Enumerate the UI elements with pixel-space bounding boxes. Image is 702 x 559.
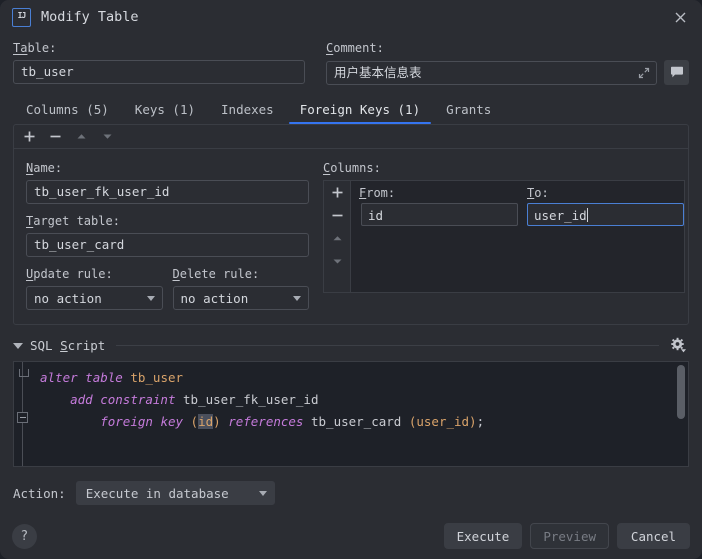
column-header-to: To: bbox=[527, 186, 549, 200]
delete-rule-label: Delete rule: bbox=[172, 267, 260, 281]
top-fields-row: Table: tb_user Comment: 用户基本信息表 bbox=[0, 34, 702, 85]
plus-icon bbox=[24, 131, 35, 142]
minus-icon bbox=[332, 214, 342, 217]
sql-script-header: SQL Script bbox=[13, 337, 689, 354]
column-move-up-button[interactable] bbox=[331, 232, 344, 245]
close-icon bbox=[675, 12, 685, 22]
expand-icon[interactable] bbox=[638, 67, 650, 79]
intellij-idea-icon: IJ bbox=[12, 7, 31, 27]
close-button[interactable] bbox=[658, 0, 702, 34]
delete-rule-group: Delete rule: no action bbox=[172, 266, 309, 310]
table-row: id user_id bbox=[351, 203, 684, 226]
column-move-down-button[interactable] bbox=[331, 255, 344, 268]
update-rule-label: Update rule: bbox=[26, 267, 113, 281]
cancel-button[interactable]: Cancel bbox=[617, 523, 690, 549]
code-line: add constraint tb_user_fk_user_id bbox=[70, 392, 319, 407]
comment-input[interactable]: 用户基本信息表 bbox=[326, 60, 657, 85]
update-rule-group: Update rule: no action bbox=[26, 266, 163, 310]
fk-target-table-input[interactable]: tb_user_card bbox=[26, 233, 309, 257]
chevron-down-icon[interactable] bbox=[13, 342, 23, 349]
fk-target-table-label: Target table: bbox=[26, 214, 120, 228]
delete-rule-select[interactable]: no action bbox=[172, 286, 309, 310]
from-column-input[interactable]: id bbox=[361, 203, 518, 226]
gear-icon bbox=[671, 337, 686, 353]
window-title: Modify Table bbox=[41, 9, 139, 25]
comment-bubble-icon bbox=[670, 66, 683, 78]
separator-line bbox=[116, 345, 659, 346]
columns-mapping-group: Columns: From: To: id user_id bbox=[323, 160, 685, 310]
tab-grants[interactable]: Grants bbox=[433, 103, 504, 124]
sql-code-content[interactable]: alter table tb_user add constraint tb_us… bbox=[36, 362, 688, 466]
comment-bubble-button[interactable] bbox=[664, 60, 689, 85]
comment-label: Comment: bbox=[326, 41, 384, 55]
code-line: alter table tb_user bbox=[40, 370, 184, 385]
columns-label: Columns: bbox=[323, 161, 381, 175]
add-foreign-key-button[interactable] bbox=[23, 130, 36, 143]
chevron-down-icon bbox=[258, 490, 267, 496]
table-field-group: Table: tb_user bbox=[13, 40, 305, 85]
minus-icon bbox=[50, 135, 61, 138]
table-editor-tabs: Columns (5) Keys (1) Indexes Foreign Key… bbox=[13, 97, 689, 124]
footer-buttons: Execute Preview Cancel bbox=[443, 523, 690, 549]
tab-indexes[interactable]: Indexes bbox=[208, 103, 287, 124]
help-button[interactable]: ? bbox=[12, 523, 37, 549]
editor-gutter[interactable] bbox=[14, 362, 36, 466]
column-header-from: From: bbox=[359, 186, 396, 200]
remove-foreign-key-button[interactable] bbox=[49, 130, 62, 143]
chevron-down-icon bbox=[146, 295, 155, 301]
foreign-keys-toolbar bbox=[14, 125, 688, 149]
move-up-button[interactable] bbox=[75, 130, 88, 143]
title-bar: IJ Modify Table bbox=[0, 0, 702, 34]
arrow-down-icon bbox=[103, 134, 112, 139]
columns-mapping-header: From: To: bbox=[351, 181, 684, 203]
sql-script-title: SQL Script bbox=[30, 338, 106, 353]
action-select[interactable]: Execute in database bbox=[75, 481, 275, 505]
text-cursor bbox=[586, 208, 588, 222]
tab-foreign-keys[interactable]: Foreign Keys (1) bbox=[287, 103, 433, 124]
fold-collapse-icon[interactable] bbox=[17, 412, 28, 423]
columns-mapping-grid: From: To: id user_id bbox=[323, 180, 685, 293]
fk-name-label: Name: bbox=[26, 161, 63, 175]
preview-button: Preview bbox=[530, 523, 609, 549]
columns-toolbar bbox=[324, 181, 351, 292]
move-down-button[interactable] bbox=[101, 130, 114, 143]
plus-icon bbox=[332, 187, 342, 198]
arrow-down-icon bbox=[333, 259, 341, 264]
comment-input-value: 用户基本信息表 bbox=[334, 64, 422, 80]
foreign-keys-panel: Name: tb_user_fk_user_id Target table: t… bbox=[13, 124, 689, 325]
code-line: foreign key (id) references tb_user_card… bbox=[100, 414, 485, 429]
tab-keys[interactable]: Keys (1) bbox=[122, 103, 208, 124]
chevron-down-icon bbox=[293, 295, 301, 301]
dialog-footer: ? Execute Preview Cancel bbox=[0, 513, 702, 559]
remove-column-mapping-button[interactable] bbox=[331, 209, 344, 222]
arrow-up-icon bbox=[77, 134, 86, 139]
columns-mapping-table: From: To: id user_id bbox=[351, 181, 684, 292]
fk-name-input[interactable]: tb_user_fk_user_id bbox=[26, 180, 309, 204]
sql-settings-button[interactable] bbox=[670, 337, 689, 354]
comment-field-group: Comment: 用户基本信息表 bbox=[326, 40, 689, 85]
action-row: Action: Execute in database bbox=[13, 481, 689, 505]
editor-scrollbar[interactable] bbox=[677, 365, 685, 419]
update-rule-select[interactable]: no action bbox=[26, 286, 163, 310]
table-input[interactable]: tb_user bbox=[13, 60, 305, 84]
delete-rule-value: no action bbox=[180, 290, 249, 306]
fold-expanded-icon[interactable] bbox=[18, 369, 29, 377]
modify-table-dialog: IJ Modify Table Table: tb_user Comment: … bbox=[0, 0, 702, 559]
arrow-up-icon bbox=[333, 236, 341, 241]
action-value: Execute in database bbox=[85, 485, 229, 501]
table-label: Table: bbox=[13, 41, 57, 55]
execute-button[interactable]: Execute bbox=[443, 523, 523, 549]
update-rule-value: no action bbox=[34, 290, 102, 306]
tab-columns[interactable]: Columns (5) bbox=[13, 103, 122, 124]
sql-script-editor[interactable]: alter table tb_user add constraint tb_us… bbox=[13, 361, 689, 467]
add-column-mapping-button[interactable] bbox=[331, 186, 344, 199]
foreign-key-details-form: Name: tb_user_fk_user_id Target table: t… bbox=[26, 160, 309, 310]
to-column-input[interactable]: user_id bbox=[527, 203, 684, 226]
action-label: Action: bbox=[13, 485, 66, 501]
to-column-value: user_id bbox=[534, 208, 587, 223]
